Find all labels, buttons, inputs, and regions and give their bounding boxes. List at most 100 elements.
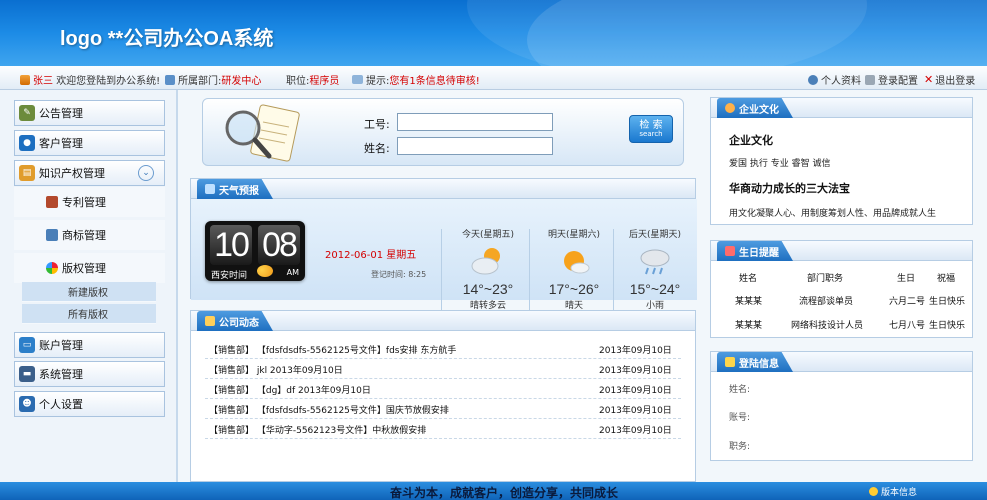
news-item-text[interactable]: 【销售部】 【fdsfdsdfs-5562125号文件】fds安排 东方航手 (209, 343, 456, 356)
birthday-cell: 生日快乐 (929, 297, 966, 307)
news-item-date: 2013年09月10日 (599, 346, 672, 356)
book-icon (46, 196, 58, 208)
birthday-tab: 生日提醒 (717, 241, 793, 261)
news-item[interactable]: 【销售部】 【华动字-5562123号文件】中秋放假安排 2013年09月10日 (205, 419, 681, 439)
nav-trademark[interactable]: 商标管理 (14, 220, 165, 250)
login-config-link[interactable]: 登录配置 (865, 72, 918, 87)
login-config-label[interactable]: 登录配置 (878, 72, 918, 87)
monitor-icon: ▬ (19, 366, 35, 382)
nav-customer-label: 客户管理 (39, 137, 83, 150)
nav-copyright-new[interactable]: 新建版权 (22, 282, 156, 302)
magnifier-notepad-icon (225, 104, 300, 162)
news-item-text[interactable]: 【销售部】 【dg】df 2013年09月10日 (209, 383, 371, 396)
nav-notice-label: 公告管理 (39, 107, 83, 120)
version-label[interactable]: 版本信息 (881, 485, 917, 498)
clock-minute: 08 (258, 225, 300, 265)
news-panel: 公司动态 【销售部】 【fdsfdsdfs-5562125号文件】fds安排 东… (190, 310, 696, 482)
notice-label: 提示: (366, 76, 390, 87)
weather-small-icon (205, 184, 215, 194)
notice-info[interactable]: 提示: 您有1条信息待审核! (352, 72, 480, 87)
culture-tab: 企业文化 (717, 98, 793, 118)
news-item-text[interactable]: 【销售部】 【华动字-5562123号文件】中秋放假安排 (209, 423, 426, 436)
chevron-down-icon[interactable]: ⌄ (138, 165, 154, 181)
weather-date: 2012-06-01 星期五 (325, 250, 417, 261)
forecast-tomorrow-label: 明天(星期六) (547, 230, 601, 240)
search-button[interactable]: 检 索 search (629, 115, 673, 143)
nav-patent[interactable]: 专利管理 (14, 187, 165, 217)
culture-panel-header: 企业文化 (711, 98, 972, 118)
name-input[interactable] (397, 137, 553, 155)
culture-panel: 企业文化 企业文化 爱国 执行 专业 睿智 诚信 华商动力成长的三大法宝 用文化… (710, 97, 973, 225)
news-item[interactable]: 【销售部】 【fdsfdsdfs-5562125号文件】fds安排 东方航手 2… (205, 339, 681, 359)
clock-city: 西安时间 (211, 271, 248, 281)
username: 张三 (33, 76, 53, 87)
birthday-header-name: 姓名 (739, 274, 758, 284)
birthday-cell: 某某某 (735, 321, 763, 331)
news-tab: 公司动态 (197, 311, 273, 331)
birthday-cell: 七月八号 (889, 321, 926, 331)
profile-label[interactable]: 个人资料 (821, 72, 861, 87)
birthday-panel: 生日提醒 姓名 部门职务 生日 祝福 某某某 流程部谈单员 六月二号 生日快乐 … (710, 240, 973, 338)
login-account-label: 账号: (729, 413, 751, 423)
nav-personal[interactable]: ☻ 个人设置 (14, 391, 165, 417)
nav-system[interactable]: ▬ 系统管理 (14, 361, 165, 387)
footer-slogan: 奋斗为本，成就客户，创造分享，共同成长 (390, 486, 619, 500)
news-item[interactable]: 【销售部】 【dg】df 2013年09月10日 2013年09月10日 (205, 379, 681, 399)
app-header: logo **公司办公OA系统 (0, 0, 987, 66)
forecast-dayafter: 后天(星期天) 15°~24° 小雨 (615, 227, 695, 311)
nav-copyright[interactable]: 版权管理 (14, 253, 165, 283)
news-item-text[interactable]: 【销售部】 jkl 2013年09月10日 (209, 363, 343, 376)
search-button-label: 检 索 (639, 119, 663, 131)
search-button-sublabel: search (639, 129, 663, 138)
person-icon (808, 74, 818, 85)
nav-ip-label: 知识产权管理 (39, 167, 105, 180)
profile-link[interactable]: 个人资料 (808, 72, 861, 87)
forecast-today-temp: 14°~23° (462, 281, 514, 297)
weather-title: 天气预报 (219, 185, 259, 197)
news-item-date: 2013年09月10日 (599, 386, 672, 396)
birthday-header-wish: 祝福 (937, 274, 956, 284)
logout-link[interactable]: ✕ 退出登录 (924, 72, 975, 87)
login-name-label: 姓名: (729, 385, 751, 395)
nav-customer[interactable]: ● 客户管理 (14, 130, 165, 156)
culture-values: 爱国 执行 专业 睿智 诚信 (729, 159, 831, 169)
notice-value[interactable]: 您有1条信息待审核! (389, 72, 479, 87)
version-link[interactable]: 版本信息 (868, 485, 917, 498)
weather-divider (529, 229, 530, 313)
nav-copyright-all[interactable]: 所有版权 (22, 304, 156, 324)
news-panel-header: 公司动态 (191, 311, 695, 331)
weather-tab: 天气预报 (197, 179, 273, 199)
nav-system-label: 系统管理 (39, 368, 83, 381)
culture-title: 企业文化 (739, 104, 779, 116)
birthday-header-date: 生日 (897, 274, 916, 284)
birthday-cell: 某某某 (735, 297, 763, 307)
nav-ip[interactable]: ▤ 知识产权管理 ⌄ (14, 160, 165, 186)
news-item[interactable]: 【销售部】 jkl 2013年09月10日 2013年09月10日 (205, 359, 681, 379)
birthday-cell: 生日快乐 (929, 321, 966, 331)
login-info-title: 登陆信息 (739, 358, 779, 370)
nav-notice[interactable]: ✎ 公告管理 (14, 100, 165, 126)
nav-personal-label: 个人设置 (39, 398, 83, 411)
employee-id-input[interactable] (397, 113, 553, 131)
forecast-today: 今天(星期五) 14°~23° 晴转多云 (448, 227, 528, 311)
birthday-title: 生日提醒 (739, 247, 779, 259)
birthday-cell: 网络科技设计人员 (791, 321, 864, 331)
employee-id-label: 工号: (364, 118, 390, 131)
sun-cloud-icon (257, 265, 273, 277)
logout-label[interactable]: 退出登录 (935, 72, 975, 87)
news-item[interactable]: 【销售部】 【fdsfdsdfs-5562125号文件】国庆节放假安排 2013… (205, 399, 681, 419)
welcome-text: 欢迎您登陆到办公系统! (56, 76, 161, 87)
customer-icon: ● (19, 135, 35, 151)
login-info-panel: 登陆信息 姓名: 账号: 职务: (710, 351, 973, 461)
nav-account[interactable]: ▭ 账户管理 (14, 332, 165, 358)
nav-trademark-label: 商标管理 (62, 229, 106, 242)
mail-icon (352, 75, 363, 84)
info-icon (868, 487, 878, 496)
news-item-text[interactable]: 【销售部】 【fdsfdsdfs-5562125号文件】国庆节放假安排 (209, 403, 449, 416)
birthday-cell: 流程部谈单员 (799, 297, 854, 307)
forecast-tomorrow: 明天(星期六) 17°~26° 晴天 (534, 227, 614, 311)
login-info-panel-header: 登陆信息 (711, 352, 972, 372)
wrench-icon (865, 74, 875, 85)
info-bar: 张三 欢迎您登陆到办公系统! 所属部门: 研发中心 职位: 程序员 提示: 您有… (0, 66, 987, 90)
post-label: 职位: (286, 76, 310, 87)
